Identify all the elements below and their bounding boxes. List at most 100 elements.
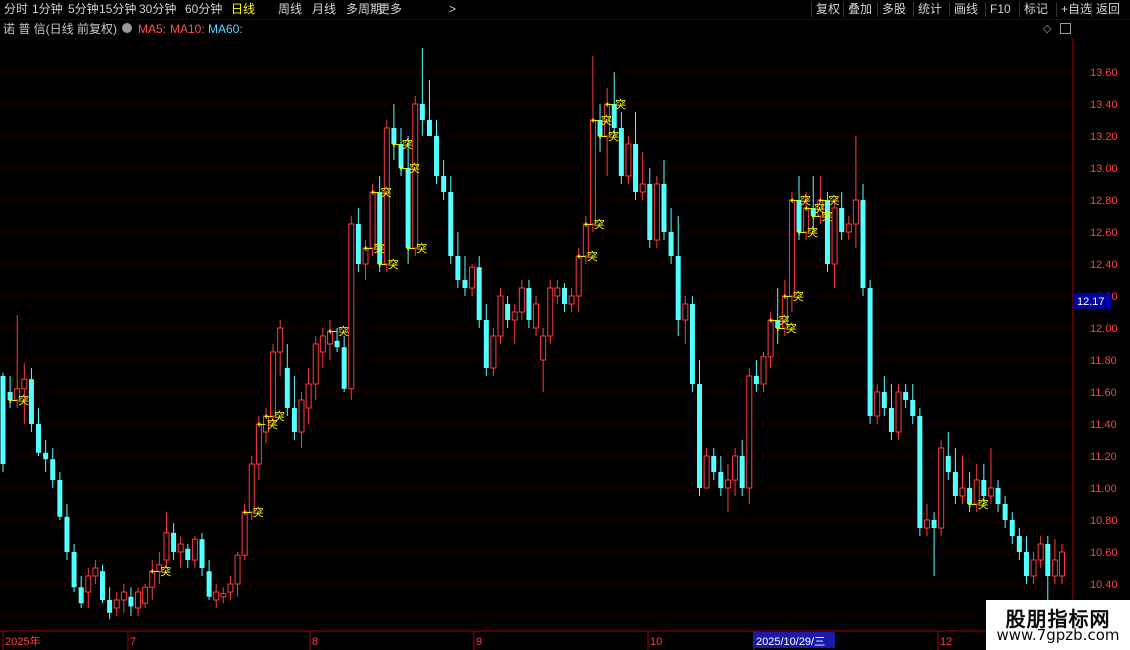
candle-body-down: [647, 184, 653, 240]
candle-body-down: [633, 144, 639, 192]
candle-body-down: [689, 304, 695, 384]
signal-arrow: ←: [264, 410, 273, 423]
toolbar-period-3[interactable]: 15分钟: [99, 1, 136, 18]
candle-body-down: [917, 416, 923, 528]
candle-body-down: [128, 596, 134, 607]
candle-body-down: [931, 520, 937, 528]
candle-body-up: [653, 183, 660, 241]
candle-body-up: [533, 303, 540, 329]
toolbar-period-5[interactable]: 60分钟: [185, 1, 222, 18]
candle-body-down: [107, 600, 113, 613]
toolbar-action-3[interactable]: 统计: [918, 1, 942, 18]
stock-title: 诺 普 信(日线 前复权): [3, 22, 117, 36]
candle-body-down: [860, 200, 866, 288]
toolbar-period-1[interactable]: 1分钟: [32, 1, 63, 18]
toolbar-action-1[interactable]: 叠加: [848, 1, 872, 18]
candle-body-down: [995, 488, 1001, 504]
candle-body-down: [881, 392, 887, 408]
breakout-signal-label: 突: [388, 257, 399, 271]
candle-body-down: [1023, 552, 1029, 576]
candle-body-up: [497, 295, 504, 337]
more-chevron-icon[interactable]: >: [449, 1, 456, 18]
toolbar-period-8[interactable]: 月线: [312, 1, 336, 18]
time-axis-label: 9: [476, 636, 482, 648]
time-axis-label: 12: [940, 636, 952, 648]
candle-body-down: [661, 184, 667, 232]
candle-body-down: [910, 400, 916, 416]
signal-arrow: ←: [790, 194, 799, 207]
breakout-signal-label: 突: [978, 497, 989, 511]
toolbar-divider: [913, 2, 914, 17]
panel-toggle-icon[interactable]: [1060, 23, 1071, 34]
candle-body-up: [120, 591, 127, 601]
price-tick-label: 12.00: [1090, 323, 1118, 335]
candle-body-up: [852, 199, 859, 225]
breakout-signal-label: 突: [18, 393, 29, 407]
candle-body-down: [341, 347, 347, 389]
candle-body-up: [511, 311, 518, 321]
candle-body-up: [191, 538, 198, 561]
candle-body-up: [724, 479, 731, 489]
settings-dropdown-icon[interactable]: [122, 23, 132, 33]
toolbar-action-0[interactable]: 复权: [816, 1, 840, 18]
candle-body-up: [490, 335, 497, 369]
toolbar-divider: [843, 2, 844, 17]
toolbar-action-4[interactable]: 画线: [954, 1, 978, 18]
toolbar-period-7[interactable]: 周线: [278, 1, 302, 18]
toolbar-period-0[interactable]: 分时: [4, 1, 28, 18]
candle-body-down: [206, 571, 212, 597]
toolbar-action-6[interactable]: 标记: [1024, 1, 1048, 18]
candle-body-down: [1002, 504, 1008, 520]
candle-body-down: [888, 408, 894, 432]
candlestick-chart[interactable]: 13.6013.4013.2013.0012.8012.6012.4012.20…: [0, 38, 1130, 650]
toolbar-action-7[interactable]: +自选: [1061, 1, 1092, 18]
breakout-signal-label: 突: [821, 209, 832, 223]
signal-arrow: ←: [591, 114, 600, 127]
toolbar-divider: [1091, 2, 1092, 17]
site-watermark: 股朋指标网 www.7gpzb.com: [986, 600, 1130, 650]
candle-body-down: [753, 376, 759, 384]
signal-arrow: ←: [598, 130, 607, 143]
price-tick-label: 11.60: [1090, 387, 1117, 399]
toolbar-period-6[interactable]: 日线: [231, 1, 255, 18]
candle-body-down: [426, 120, 432, 136]
candle-body-down: [185, 548, 191, 560]
candle-body-down: [711, 456, 717, 472]
candle-body-down: [64, 516, 70, 552]
candle-body-up: [135, 591, 142, 609]
candle-body-down: [419, 104, 425, 120]
candle-body-down: [78, 587, 84, 604]
price-tick-label: 11.00: [1090, 483, 1117, 495]
candle-body-down: [434, 136, 440, 176]
signal-arrow: ←: [371, 186, 380, 199]
toolbar-period-2[interactable]: 5分钟: [68, 1, 99, 18]
ma60-label: MA60:: [208, 22, 243, 36]
candle-body-up: [923, 519, 930, 529]
candle-body-up: [163, 532, 170, 561]
diamond-icon[interactable]: ◇: [1043, 21, 1051, 37]
candle-body-up: [113, 599, 120, 609]
toolbar-period-10[interactable]: 更多: [378, 1, 402, 18]
breakout-signal-label: 突: [253, 505, 264, 519]
toolbar-period-9[interactable]: 多周期: [346, 1, 382, 18]
candle-body-down: [1009, 520, 1015, 536]
toolbar-action-8[interactable]: 返回: [1096, 1, 1120, 18]
candle-body-up: [639, 183, 646, 193]
candle-body-up: [305, 383, 312, 409]
price-tick-label: 13.00: [1090, 163, 1118, 175]
candle-body-up: [540, 335, 547, 361]
candle-body-down: [618, 128, 624, 176]
chart-info-bar: 诺 普 信(日线 前复权) MA5: MA10: MA60: ◇: [0, 20, 1130, 38]
breakout-signal-label: 突: [594, 217, 605, 231]
candle-body-up: [938, 447, 945, 529]
time-axis-label: 2025年: [5, 634, 40, 648]
toolbar-period-4[interactable]: 30分钟: [139, 1, 176, 18]
signal-arrow: ←: [783, 290, 792, 303]
candle-body-up: [895, 391, 902, 433]
breakout-signal-label: 突: [160, 564, 171, 578]
toolbar-divider: [985, 2, 986, 17]
toolbar-action-2[interactable]: 多股: [882, 1, 906, 18]
price-tick-label: 13.40: [1090, 99, 1118, 111]
toolbar-action-5[interactable]: F10: [990, 1, 1011, 18]
candle-body-down: [476, 267, 482, 320]
